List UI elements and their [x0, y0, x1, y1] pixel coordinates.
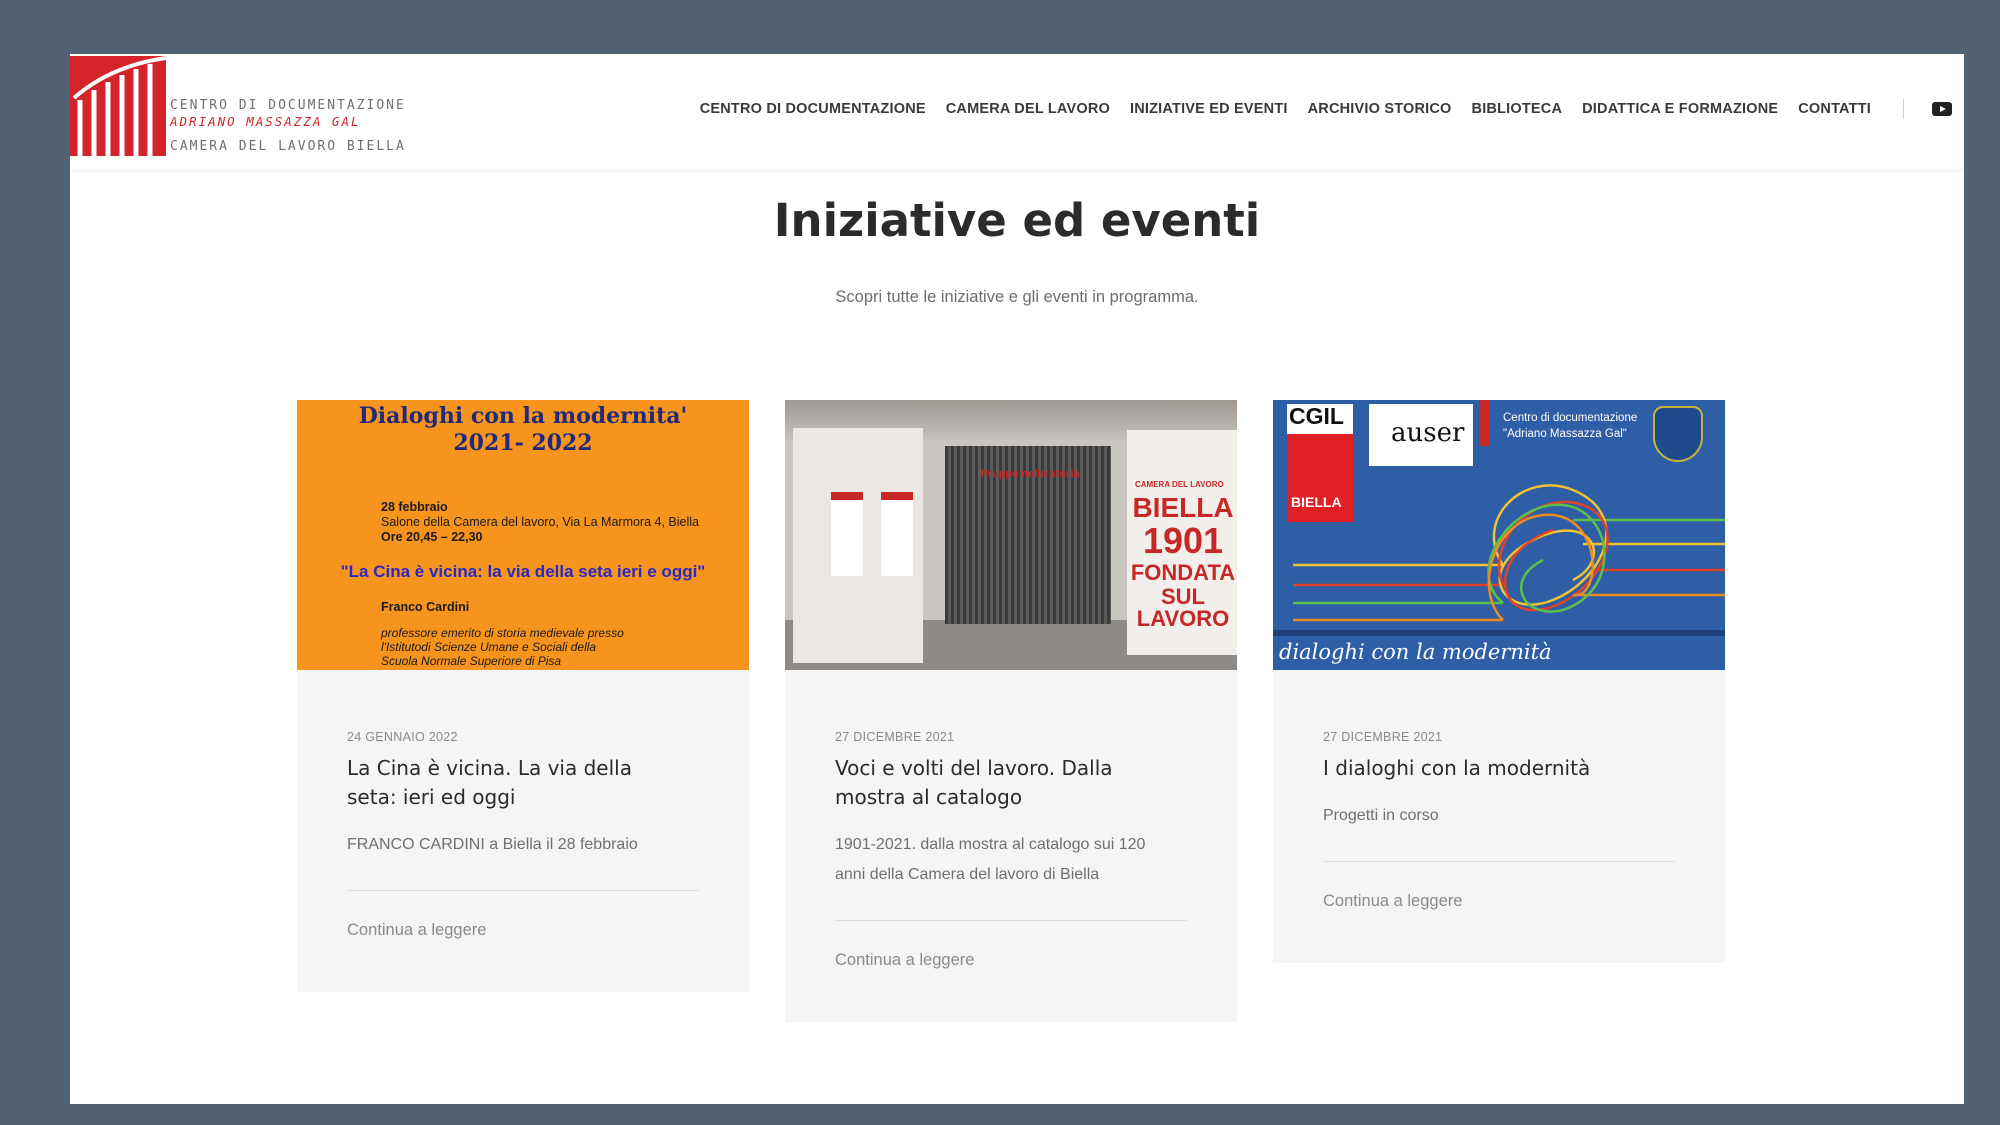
- image-label-year: 1901: [1142, 520, 1224, 561]
- nav-divider: [1903, 99, 1904, 119]
- event-card-body: 27 DICEMBRE 2021 I dialoghi con la moder…: [1273, 670, 1725, 963]
- event-date: 27 DICEMBRE 2021: [835, 730, 955, 744]
- event-card-body: 27 DICEMBRE 2021 Voci e volti del lavoro…: [785, 670, 1237, 1022]
- image-stripe: [1273, 630, 1725, 636]
- poster-place: Salone della Camera del lavoro, Via La M…: [381, 515, 699, 529]
- page-subtitle: Scopri tutte le iniziative e gli eventi …: [835, 288, 1199, 306]
- nav-item-didattica[interactable]: DIDATTICA E FORMAZIONE: [1582, 101, 1778, 117]
- poster-title: Dialoghi con la modernita': [358, 403, 688, 429]
- tangle-lines-graphic: [1293, 484, 1725, 622]
- cgil-logo-text: CGIL: [1289, 403, 1344, 429]
- poster-time: Ore 20,45 – 22,30: [381, 530, 483, 544]
- image-label-small: CAMERA DEL LAVORO: [1135, 480, 1224, 489]
- poster-bio-2: l'Istitutodi Scienze Umane e Sociali del…: [381, 640, 597, 654]
- poster-years: 2021- 2022: [453, 430, 593, 456]
- image-photo-caption: Pruppe nella storia: [980, 468, 1080, 480]
- image-red-bar: [1479, 400, 1489, 446]
- nav-item-camera[interactable]: CAMERA DEL LAVORO: [946, 101, 1110, 117]
- card-divider: [1323, 861, 1675, 862]
- event-card: CGIL BIELLA auser Centro di documentazio…: [1273, 400, 1725, 963]
- nav-item-archivio[interactable]: ARCHIVIO STORICO: [1308, 101, 1452, 117]
- image-centro-line-2: "Adriano Massazza Gal": [1503, 428, 1627, 440]
- logo-line-3: CAMERA DEL LAVORO BIELLA: [170, 139, 406, 154]
- youtube-icon[interactable]: [1932, 102, 1952, 116]
- event-title[interactable]: I dialoghi con la modernità: [1323, 754, 1663, 783]
- page: CENTRO DI DOCUMENTAZIONE ADRIANO MASSAZZ…: [70, 54, 1964, 1104]
- poster-date: 28 febbraio: [381, 500, 448, 514]
- poster-bio-3: Scuola Normale Superiore di Pisa: [381, 654, 562, 668]
- image-document: [831, 492, 863, 576]
- nav-item-centro[interactable]: CENTRO DI DOCUMENTAZIONE: [700, 101, 926, 117]
- event-card-image[interactable]: Pruppe nella storia CAMERA DEL LAVORO BI…: [785, 400, 1237, 670]
- event-excerpt: 1901-2021. dalla mostra al catalogo sui …: [835, 836, 1146, 883]
- poster-quote: "La Cina è vicina: la via della seta ier…: [340, 562, 706, 581]
- image-tagline: dialoghi con la modernità: [1279, 640, 1552, 664]
- nav-item-contatti[interactable]: CONTATTI: [1798, 101, 1871, 117]
- site-logo[interactable]: CENTRO DI DOCUMENTAZIONE ADRIANO MASSAZZ…: [70, 56, 410, 160]
- event-card-image[interactable]: Dialoghi con la modernita' 2021- 2022 28…: [297, 400, 749, 670]
- auser-logo-text: auser: [1391, 418, 1465, 448]
- event-date: 24 GENNAIO 2022: [347, 730, 458, 744]
- event-title[interactable]: La Cina è vicina. La via della seta: ier…: [347, 754, 687, 812]
- event-card-image[interactable]: CGIL BIELLA auser Centro di documentazio…: [1273, 400, 1725, 670]
- read-more-link[interactable]: Continua a leggere: [347, 921, 486, 940]
- event-title[interactable]: Voci e volti del lavoro. Dalla mostra al…: [835, 754, 1175, 812]
- poster-speaker: Franco Cardini: [381, 600, 470, 614]
- logo-line-1: CENTRO DI DOCUMENTAZIONE: [170, 98, 406, 113]
- site-header: CENTRO DI DOCUMENTAZIONE ADRIANO MASSAZZ…: [70, 54, 1964, 169]
- poster-bio-1: professore emerito di storia medievale p…: [381, 626, 624, 640]
- page-title: Iniziative ed eventi: [773, 194, 1261, 247]
- image-document: [881, 492, 913, 576]
- card-divider: [835, 920, 1187, 921]
- logo-line-2: ADRIANO MASSAZZA GAL: [170, 114, 361, 129]
- event-card-body: 24 GENNAIO 2022 La Cina è vicina. La via…: [297, 670, 749, 992]
- logo-text: CENTRO DI DOCUMENTAZIONE ADRIANO MASSAZZ…: [170, 98, 410, 155]
- read-more-link[interactable]: Continua a leggere: [1323, 892, 1462, 911]
- read-more-link[interactable]: Continua a leggere: [835, 951, 974, 970]
- event-excerpt: Progetti in corso: [1323, 807, 1439, 824]
- event-excerpt: FRANCO CARDINI a Biella il 28 febbraio: [347, 836, 638, 853]
- logo-mark-icon: [70, 56, 166, 156]
- event-card: Pruppe nella storia CAMERA DEL LAVORO BI…: [785, 400, 1237, 1022]
- image-label-lavoro: LAVORO: [1136, 606, 1230, 631]
- card-divider: [347, 890, 699, 891]
- nav-item-biblioteca[interactable]: BIBLIOTECA: [1472, 101, 1563, 117]
- main-nav: CENTRO DI DOCUMENTAZIONE CAMERA DEL LAVO…: [680, 94, 1952, 124]
- image-label-fondata: FONDATA: [1130, 560, 1236, 585]
- city-crest-icon: [1653, 406, 1703, 462]
- image-centro-line-1: Centro di documentazione: [1503, 412, 1638, 424]
- event-date: 27 DICEMBRE 2021: [1323, 730, 1443, 744]
- nav-item-iniziative[interactable]: INIZIATIVE ED EVENTI: [1130, 101, 1288, 117]
- event-card: Dialoghi con la modernita' 2021- 2022 28…: [297, 400, 749, 992]
